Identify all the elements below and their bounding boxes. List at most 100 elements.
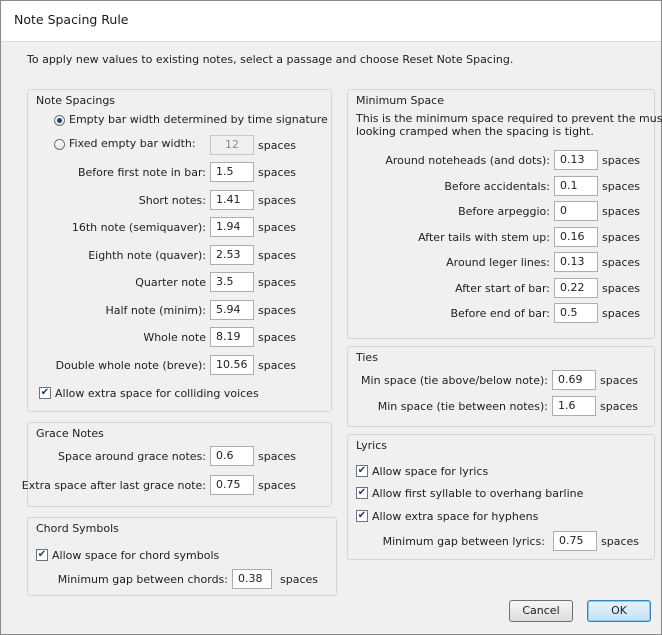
unit-label: spaces (258, 139, 297, 152)
checkmark-icon: ✔ (40, 387, 50, 398)
tie-space-field[interactable]: 0.69 (552, 370, 596, 390)
minimum-space-field[interactable]: 0.13 (554, 252, 598, 272)
note-spacing-label: Half note (minim): (105, 303, 206, 317)
overhang-barline-checkbox[interactable]: ✔ (356, 487, 368, 499)
note-spacing-field[interactable]: 8.19 (210, 327, 254, 347)
minimum-space-title: Minimum Space (356, 94, 444, 107)
grace-note-spacing-field[interactable]: 0.6 (210, 446, 254, 466)
minimum-space-label: Before arpeggio: (458, 205, 550, 218)
note-spacing-label: Short notes: (138, 193, 206, 207)
minimum-space-field[interactable]: 0.22 (554, 277, 598, 298)
fixed-bar-radio[interactable] (54, 139, 65, 150)
colliding-voices-checkbox[interactable]: ✔ (39, 387, 51, 399)
note-spacing-field[interactable]: 3.5 (210, 272, 254, 292)
unit-label: spaces (258, 221, 297, 234)
unit-label: spaces (258, 248, 297, 262)
note-spacing-label: Quarter note (135, 276, 206, 289)
note-spacing-field[interactable]: 1.94 (210, 217, 254, 237)
chord-gap-label: Minimum gap between chords: (57, 573, 228, 586)
note-spacing-field[interactable]: 10.56 (210, 354, 254, 375)
unit-label: spaces (258, 276, 297, 289)
minimum-space-field[interactable]: 0.1 (554, 175, 598, 196)
note-spacing-field[interactable]: 1.41 (210, 189, 254, 210)
minimum-space-label: After start of bar: (455, 281, 550, 295)
minimum-space-label: Before accidentals: (444, 179, 550, 193)
lyrics-gap-field[interactable]: 0.75 (553, 531, 597, 551)
unit-label: spaces (258, 331, 297, 344)
minimum-space-field[interactable]: 0.16 (554, 226, 598, 247)
minimum-space-field[interactable]: 0.5 (554, 303, 598, 323)
overhang-barline-label[interactable]: Allow first syllable to overhang barline (372, 487, 583, 500)
empty-bar-radio-label[interactable]: Empty bar width determined by time signa… (69, 113, 328, 126)
lyrics-space-label[interactable]: Allow space for lyrics (372, 465, 488, 478)
ties-title: Ties (356, 351, 378, 364)
intro-text: To apply new values to existing notes, s… (27, 53, 514, 66)
chord-symbols-label[interactable]: Allow space for chord symbols (52, 549, 219, 562)
lyrics-gap-label: Minimum gap between lyrics: (382, 535, 545, 548)
minimum-space-label: Before end of bar: (450, 307, 550, 320)
note-spacing-label: Eighth note (quaver): (88, 248, 206, 262)
minimum-space-desc-line1: This is the minimum space required to pr… (356, 112, 662, 125)
checkmark-icon: ✔ (357, 487, 367, 498)
unit-label: spaces (280, 573, 319, 586)
minimum-space-field[interactable]: 0 (554, 201, 598, 221)
tie-space-label: Min space (tie above/below note): (361, 374, 548, 387)
unit-label: spaces (602, 256, 641, 269)
note-spacing-field[interactable]: 1.5 (210, 162, 254, 182)
unit-label: spaces (602, 307, 641, 320)
unit-label: spaces (602, 230, 641, 244)
unit-label: spaces (258, 193, 297, 207)
ok-button[interactable]: OK (587, 600, 651, 622)
minimum-space-desc-line2: looking cramped when the spacing is tigh… (356, 125, 594, 138)
checkmark-icon: ✔ (37, 549, 47, 560)
grace-note-spacing-field[interactable]: 0.75 (210, 475, 254, 495)
dialog-title: Note Spacing Rule (14, 12, 129, 27)
unit-label: spaces (258, 479, 297, 492)
minimum-space-label: Around noteheads (and dots): (385, 154, 550, 167)
checkmark-icon: ✔ (357, 465, 367, 476)
lyrics-space-checkbox[interactable]: ✔ (356, 465, 368, 477)
chord-symbols-checkbox[interactable]: ✔ (36, 549, 48, 561)
unit-label: spaces (602, 205, 641, 218)
unit-label: spaces (602, 281, 641, 295)
lyrics-title: Lyrics (356, 439, 387, 452)
unit-label: spaces (600, 374, 639, 387)
empty-bar-radio[interactable] (54, 115, 65, 126)
hyphens-label[interactable]: Allow extra space for hyphens (372, 510, 538, 523)
note-spacing-label: 16th note (semiquaver): (71, 221, 206, 234)
unit-label: spaces (258, 358, 297, 372)
note-spacings-group: Note Spacings Empty bar width determined… (27, 89, 332, 412)
lyrics-group: Lyrics ✔ Allow space for lyrics ✔ Allow … (347, 434, 655, 560)
chord-gap-field[interactable]: 0.38 (232, 569, 272, 589)
cancel-button[interactable]: Cancel (509, 600, 573, 622)
unit-label: spaces (258, 166, 297, 179)
unit-label: spaces (258, 303, 297, 317)
note-spacing-field[interactable]: 2.53 (210, 244, 254, 265)
grace-notes-group: Grace Notes Space around grace notes: 0.6… (22, 422, 332, 507)
minimum-space-label: After tails with stem up: (418, 230, 550, 244)
minimum-space-label: Around leger lines: (446, 256, 550, 269)
note-spacing-label: Whole note (143, 331, 206, 344)
note-spacing-field[interactable]: 5.94 (210, 299, 254, 320)
colliding-voices-label[interactable]: Allow extra space for colliding voices (55, 387, 259, 400)
chord-symbols-title: Chord Symbols (36, 522, 119, 535)
unit-label: spaces (602, 154, 641, 167)
tie-space-label: Min space (tie between notes): (377, 400, 548, 413)
note-spacings-title: Note Spacings (36, 94, 116, 107)
chord-symbols-group: Chord Symbols ✔ Allow space for chord sy… (27, 517, 337, 596)
unit-label: spaces (600, 400, 639, 413)
grace-note-spacing-label: Space around grace notes: (58, 450, 206, 463)
title-bar: Note Spacing Rule (1, 1, 661, 42)
tie-space-field[interactable]: 1.6 (552, 396, 596, 416)
grace-note-spacing-label: Extra space after last grace note: (21, 479, 206, 492)
unit-label: spaces (258, 450, 297, 463)
note-spacing-label: Before first note in bar: (77, 166, 206, 179)
fixed-bar-radio-label[interactable]: Fixed empty bar width: (69, 137, 196, 150)
unit-label: spaces (602, 179, 641, 193)
ties-group: Ties Min space (tie above/below note): 0.… (347, 346, 655, 427)
note-spacing-label: Double whole note (breve): (55, 358, 206, 372)
note-spacing-dialog: Note Spacing Rule To apply new values to… (0, 0, 662, 635)
fixed-bar-width-field[interactable]: 12 (210, 135, 254, 155)
hyphens-checkbox[interactable]: ✔ (356, 510, 368, 522)
minimum-space-field[interactable]: 0.13 (554, 150, 598, 170)
